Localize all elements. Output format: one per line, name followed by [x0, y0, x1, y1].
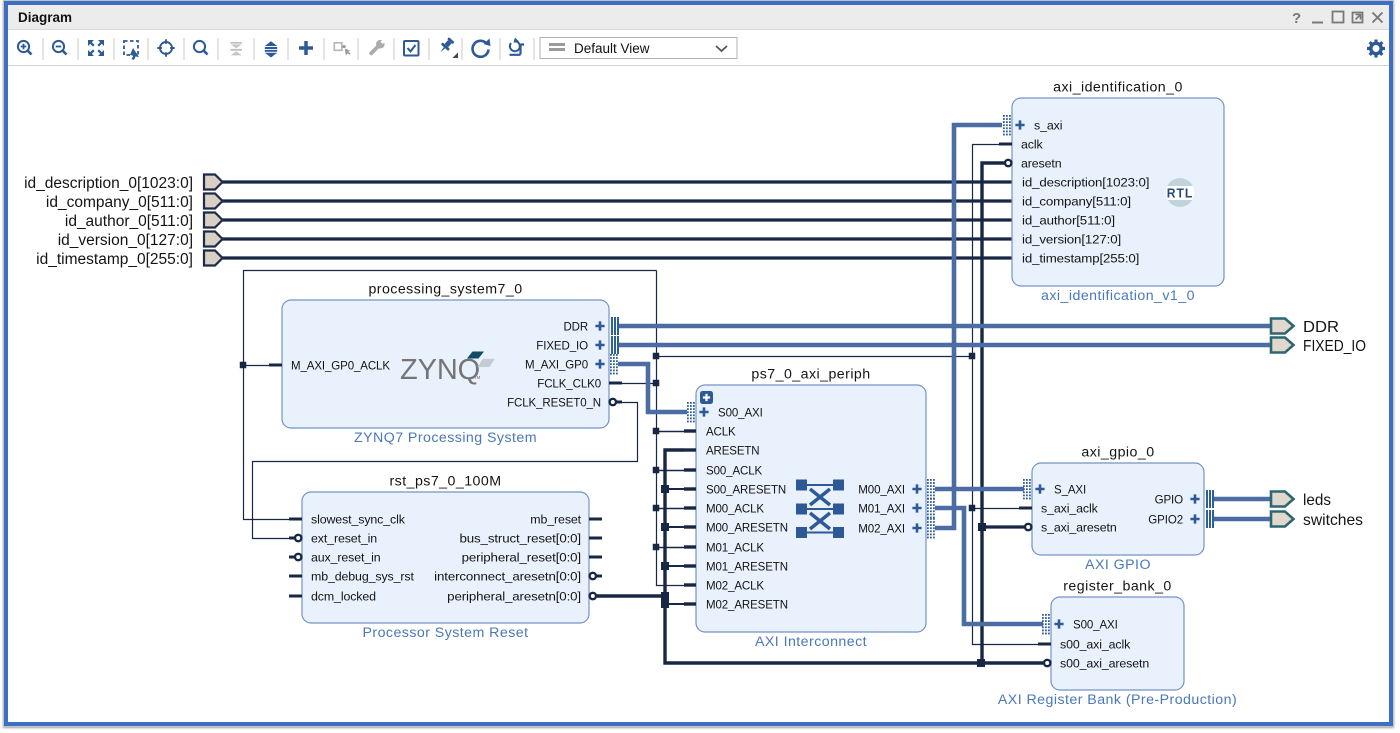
- svg-text:s00_axi_aclk: s00_axi_aclk: [1060, 637, 1131, 651]
- svg-text:leds: leds: [1303, 492, 1331, 509]
- svg-text:peripheral_aresetn[0:0]: peripheral_aresetn[0:0]: [447, 589, 581, 603]
- svg-text:id_version_0[127:0]: id_version_0[127:0]: [58, 232, 193, 249]
- svg-text:RTL: RTL: [1167, 186, 1194, 200]
- svg-text:ps7_0_axi_periph: ps7_0_axi_periph: [751, 367, 870, 383]
- svg-text:M01_ARESETN: M01_ARESETN: [706, 559, 788, 573]
- svg-text:register_bank_0: register_bank_0: [1063, 579, 1172, 595]
- svg-text:interconnect_aresetn[0:0]: interconnect_aresetn[0:0]: [434, 569, 581, 583]
- svg-text:id_version[127:0]: id_version[127:0]: [1022, 232, 1121, 246]
- svg-text:FIXED_IO: FIXED_IO: [536, 338, 588, 352]
- svg-text:axi_gpio_0: axi_gpio_0: [1081, 445, 1154, 461]
- svg-text:id_author_0[511:0]: id_author_0[511:0]: [65, 213, 193, 230]
- svg-text:AXI Interconnect: AXI Interconnect: [755, 634, 867, 650]
- svg-text:id_company[511:0]: id_company[511:0]: [1022, 194, 1131, 208]
- svg-text:TM: TM: [474, 375, 481, 380]
- svg-text:id_timestamp_0[255:0]: id_timestamp_0[255:0]: [36, 251, 193, 268]
- svg-text:M02_ACLK: M02_ACLK: [706, 578, 765, 592]
- svg-text:id_description[1023:0]: id_description[1023:0]: [1022, 175, 1149, 189]
- svg-text:M_AXI_GP0_ACLK: M_AXI_GP0_ACLK: [291, 358, 391, 372]
- svg-text:ext_reset_in: ext_reset_in: [311, 531, 377, 545]
- svg-text:Default View: Default View: [574, 41, 650, 56]
- svg-text:AXI Register Bank (Pre-Product: AXI Register Bank (Pre-Production): [998, 692, 1237, 708]
- svg-text:ZYNQ7 Processing System: ZYNQ7 Processing System: [354, 430, 537, 446]
- svg-text:id_description_0[1023:0]: id_description_0[1023:0]: [24, 175, 193, 192]
- svg-text:DDR: DDR: [1303, 319, 1339, 336]
- svg-text:switches: switches: [1303, 512, 1363, 529]
- svg-text:peripheral_reset[0:0]: peripheral_reset[0:0]: [462, 550, 581, 564]
- svg-text:dcm_locked: dcm_locked: [311, 589, 376, 603]
- svg-text:GPIO2: GPIO2: [1148, 512, 1183, 526]
- svg-text:id_timestamp[255:0]: id_timestamp[255:0]: [1022, 251, 1139, 265]
- svg-text:mb_reset: mb_reset: [530, 512, 581, 526]
- svg-text:FCLK_RESET0_N: FCLK_RESET0_N: [507, 395, 601, 409]
- svg-text:AXI GPIO: AXI GPIO: [1085, 557, 1151, 573]
- svg-text:S00_ACLK: S00_ACLK: [706, 463, 763, 477]
- svg-text:M00_ACLK: M00_ACLK: [706, 501, 765, 515]
- svg-text:M00_ARESETN: M00_ARESETN: [706, 520, 788, 534]
- svg-text:rst_ps7_0_100M: rst_ps7_0_100M: [390, 474, 502, 490]
- svg-text:FCLK_CLK0: FCLK_CLK0: [537, 376, 601, 390]
- svg-text:aclk: aclk: [1021, 137, 1043, 151]
- svg-text:Processor System Reset: Processor System Reset: [362, 625, 528, 641]
- svg-text:ZYNQ: ZYNQ: [400, 354, 480, 386]
- svg-text:id_company_0[511:0]: id_company_0[511:0]: [46, 194, 193, 211]
- svg-text:M02_ARESETN: M02_ARESETN: [706, 597, 788, 611]
- svg-text:bus_struct_reset[0:0]: bus_struct_reset[0:0]: [460, 531, 582, 545]
- svg-text:aux_reset_in: aux_reset_in: [311, 550, 381, 564]
- svg-text:axi_identification_0: axi_identification_0: [1053, 80, 1183, 96]
- svg-text:M01_ACLK: M01_ACLK: [706, 540, 765, 554]
- svg-text:s_axi_aresetn: s_axi_aresetn: [1041, 520, 1117, 534]
- svg-text:FIXED_IO: FIXED_IO: [1303, 338, 1366, 355]
- svg-text:M_AXI_GP0: M_AXI_GP0: [525, 357, 588, 371]
- svg-text:M00_AXI: M00_AXI: [858, 482, 905, 496]
- svg-text:ACLK: ACLK: [706, 424, 736, 438]
- svg-text:axi_identification_v1_0: axi_identification_v1_0: [1041, 288, 1195, 304]
- svg-text:M02_AXI: M02_AXI: [858, 521, 905, 535]
- svg-text:S00_AXI: S00_AXI: [1073, 617, 1118, 631]
- svg-text:S00_ARESETN: S00_ARESETN: [706, 482, 786, 496]
- svg-text:aresetn: aresetn: [1021, 156, 1062, 170]
- svg-text:s_axi: s_axi: [1034, 118, 1062, 132]
- svg-text:slowest_sync_clk: slowest_sync_clk: [311, 512, 406, 526]
- svg-text:id_author[511:0]: id_author[511:0]: [1022, 213, 1115, 227]
- svg-text:?: ?: [1292, 10, 1301, 27]
- svg-text:DDR: DDR: [564, 319, 589, 333]
- svg-text:s_axi_aclk: s_axi_aclk: [1041, 501, 1099, 515]
- svg-text:GPIO: GPIO: [1155, 492, 1184, 506]
- svg-text:ARESETN: ARESETN: [706, 443, 760, 457]
- svg-text:M01_AXI: M01_AXI: [858, 501, 905, 515]
- svg-text:s00_axi_aresetn: s00_axi_aresetn: [1060, 656, 1149, 670]
- svg-text:S_AXI: S_AXI: [1054, 482, 1086, 496]
- svg-text:S00_AXI: S00_AXI: [718, 405, 763, 419]
- svg-text:processing_system7_0: processing_system7_0: [368, 282, 522, 298]
- svg-text:mb_debug_sys_rst: mb_debug_sys_rst: [311, 569, 414, 583]
